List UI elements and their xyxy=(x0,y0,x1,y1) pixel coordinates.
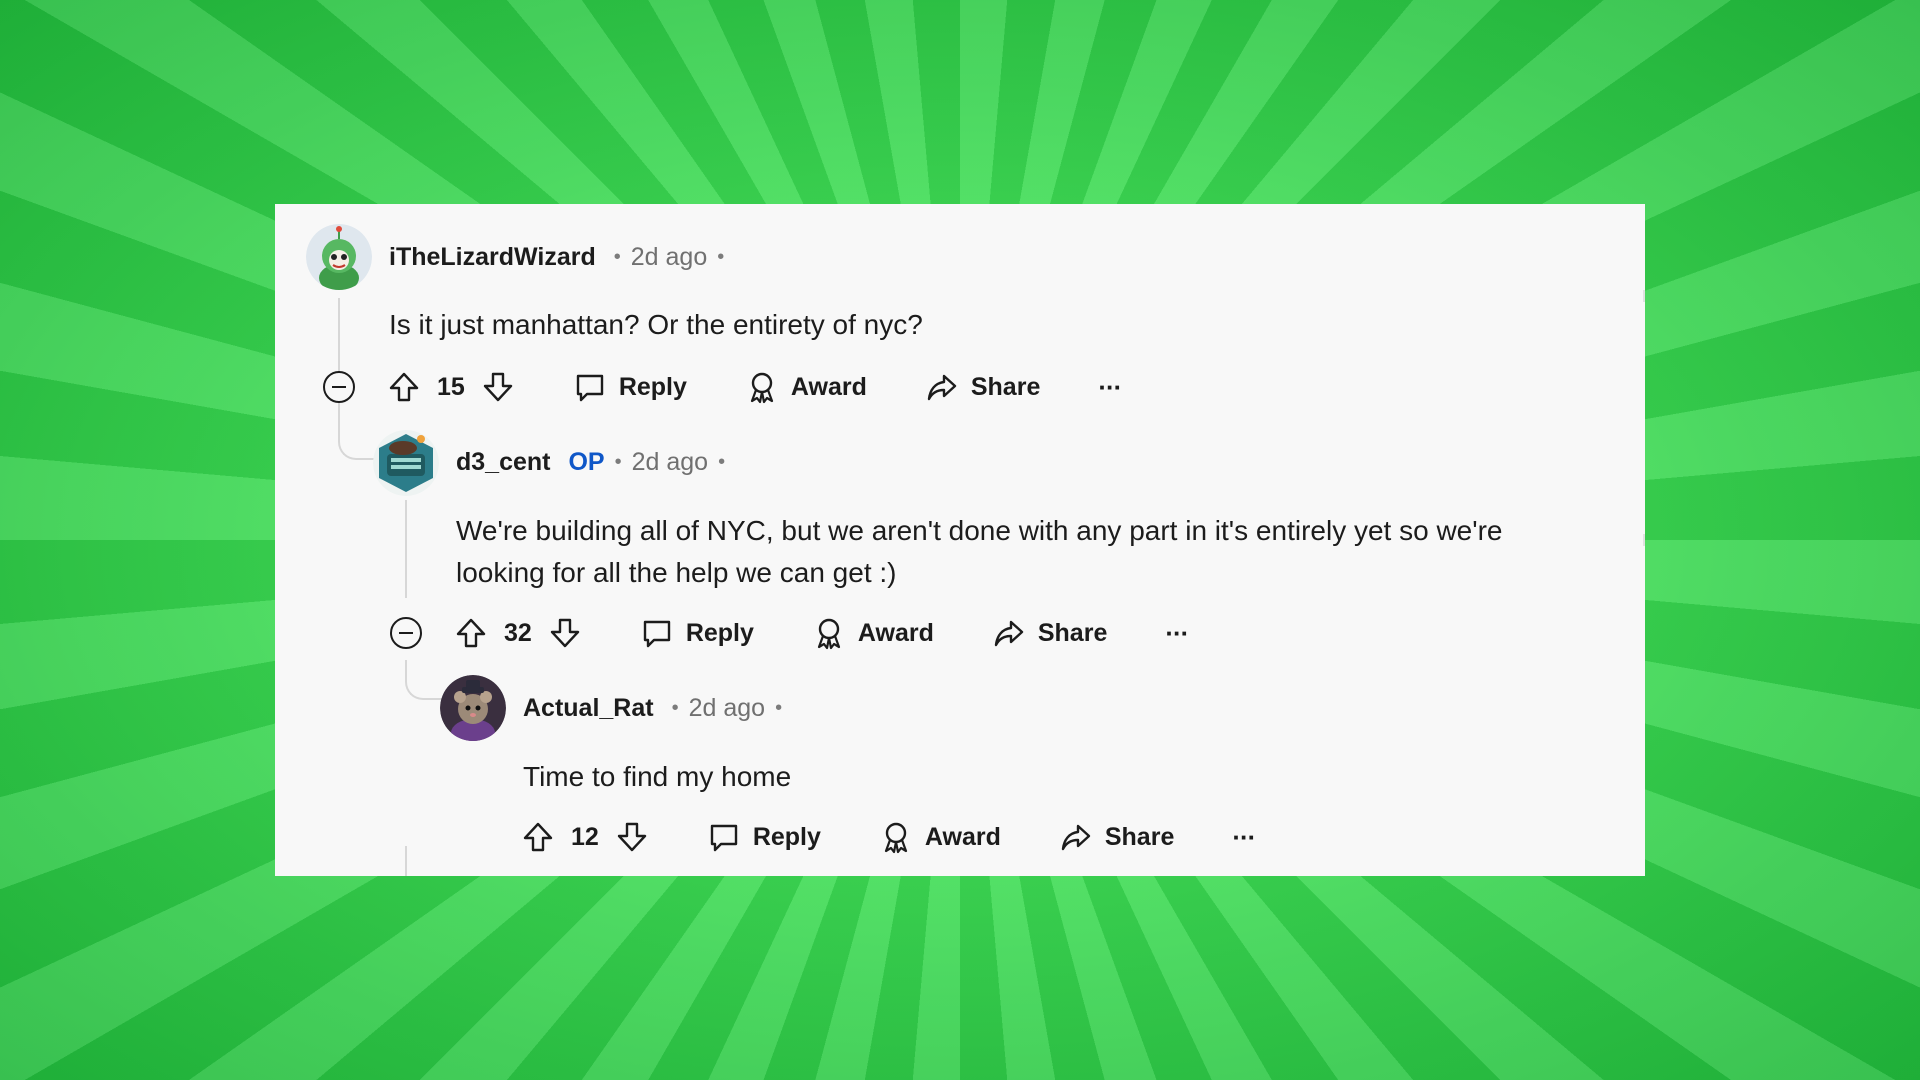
avatar[interactable] xyxy=(373,430,439,496)
comment-thread-card: iTheLizardWizard • 2d ago • Is it just m… xyxy=(275,204,1645,876)
share-button[interactable]: Share xyxy=(992,616,1107,650)
rat-avatar-icon xyxy=(440,675,506,741)
downvote-icon[interactable] xyxy=(548,616,582,650)
comment-icon xyxy=(643,620,671,648)
vote-score: 12 xyxy=(571,822,599,851)
award-icon xyxy=(750,372,774,404)
separator-dot: • xyxy=(613,245,621,268)
vote-group: 15 xyxy=(387,370,515,404)
reply-label: Reply xyxy=(618,372,687,401)
separator-dot: • xyxy=(717,245,725,268)
avatar[interactable] xyxy=(440,675,506,741)
username[interactable]: Actual_Rat xyxy=(523,694,654,723)
timestamp[interactable]: 2d ago xyxy=(631,243,707,272)
comment-meta: d3_cent OP • 2d ago • xyxy=(456,445,735,479)
comment-actions: 32 Reply Award Share ··· xyxy=(454,610,1189,656)
thread-line-level-3[interactable] xyxy=(405,846,407,876)
more-icon[interactable]: ··· xyxy=(1098,372,1122,403)
award-button[interactable]: Award xyxy=(812,616,934,650)
more-icon[interactable]: ··· xyxy=(1232,822,1256,853)
award-button[interactable]: Award xyxy=(879,820,1001,854)
reply-label: Reply xyxy=(685,618,754,647)
separator-dot: • xyxy=(775,696,783,719)
share-label: Share xyxy=(970,372,1041,401)
downvote-icon[interactable] xyxy=(615,820,649,854)
downvote-icon[interactable] xyxy=(481,370,515,404)
lizard-avatar-icon xyxy=(306,224,372,290)
upvote-icon[interactable] xyxy=(521,820,555,854)
timestamp[interactable]: 2d ago xyxy=(632,448,708,477)
card-edge-mark xyxy=(1643,534,1645,546)
comment-actions: 15 Reply Award Share ··· xyxy=(387,364,1122,410)
award-icon xyxy=(884,822,908,854)
reply-label: Reply xyxy=(752,822,821,851)
award-label: Award xyxy=(924,822,1001,851)
collapse-icon[interactable] xyxy=(322,370,356,404)
separator-dot: • xyxy=(614,450,622,473)
comment-icon xyxy=(576,374,604,402)
thread-line-level-2[interactable] xyxy=(405,500,407,598)
timestamp[interactable]: 2d ago xyxy=(689,694,765,723)
share-button[interactable]: Share xyxy=(925,370,1040,404)
comment-meta: Actual_Rat • 2d ago • xyxy=(523,691,792,725)
vote-group: 12 xyxy=(521,820,649,854)
award-label: Award xyxy=(790,372,867,401)
username[interactable]: iTheLizardWizard xyxy=(389,243,596,272)
separator-dot: • xyxy=(718,450,726,473)
share-icon xyxy=(1061,824,1091,851)
comment-icon xyxy=(710,824,738,852)
vote-group: 32 xyxy=(454,616,582,650)
typewriter-avatar-icon xyxy=(373,430,439,496)
reply-button[interactable]: Reply xyxy=(573,370,687,404)
thread-elbow-level-1 xyxy=(338,420,376,460)
share-button[interactable]: Share xyxy=(1059,820,1174,854)
separator-dot: • xyxy=(671,696,679,719)
vote-score: 15 xyxy=(437,372,465,401)
share-icon xyxy=(994,620,1024,647)
comment-body: Is it just manhattan? Or the entirety of… xyxy=(389,309,923,340)
comment-meta: iTheLizardWizard • 2d ago • xyxy=(389,240,734,274)
collapse-icon[interactable] xyxy=(389,616,423,650)
more-icon[interactable]: ··· xyxy=(1165,618,1189,649)
card-edge-mark xyxy=(1643,290,1645,302)
reply-button[interactable]: Reply xyxy=(707,820,821,854)
award-icon xyxy=(817,618,841,650)
op-badge: OP xyxy=(568,447,605,476)
vote-score: 32 xyxy=(504,618,532,647)
upvote-icon[interactable] xyxy=(454,616,488,650)
comment-body: We're building all of NYC, but we aren't… xyxy=(456,515,1503,588)
comment-body: Time to find my home xyxy=(523,761,792,792)
thread-elbow-level-2 xyxy=(405,660,443,700)
share-icon xyxy=(927,374,957,401)
share-label: Share xyxy=(1037,618,1108,647)
share-label: Share xyxy=(1104,822,1175,851)
award-button[interactable]: Award xyxy=(745,370,867,404)
upvote-icon[interactable] xyxy=(387,370,421,404)
award-label: Award xyxy=(857,618,934,647)
comment-actions: 12 Reply Award Share ··· xyxy=(521,814,1256,860)
avatar[interactable] xyxy=(306,224,372,290)
reply-button[interactable]: Reply xyxy=(640,616,754,650)
username[interactable]: d3_cent xyxy=(456,448,550,477)
